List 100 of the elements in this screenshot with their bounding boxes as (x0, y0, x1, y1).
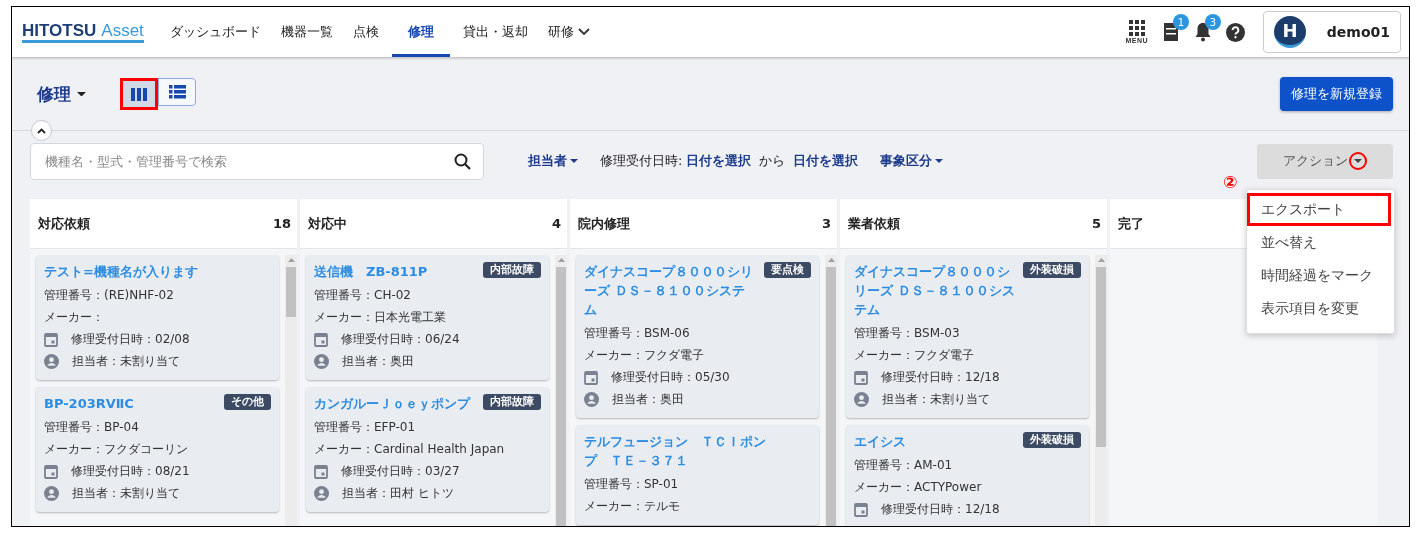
repair-card[interactable]: テルフュージョン ＴＣＩポンプ ＴＥ－３７１ 管理番号：SP-01 メーカー：テルモ (576, 425, 819, 525)
help-icon (1226, 22, 1245, 42)
column-title: 業者依頼 (848, 214, 900, 233)
category-tag: 外装破損 (1023, 432, 1081, 448)
assignee-filter[interactable]: 担当者 (528, 152, 578, 170)
scrollbar-thumb[interactable] (1096, 267, 1106, 447)
card-date-text: 修理受付日時：02/08 (71, 331, 190, 348)
card-assignee-text: 担当者：奥田 (612, 391, 684, 408)
count-badge: 1 (1173, 14, 1189, 30)
repair-card[interactable]: ダイナスコープ８０００シリーズ ＤＳ－８１００システム 外装破損 管理番号：BSM-03 メーカー：フクダ電子 修理受付日時：12/18 担当者：未割り当て (846, 255, 1089, 418)
category-tag: 外装破損 (1023, 262, 1081, 278)
user-icon (44, 353, 59, 369)
caret-icon (935, 159, 944, 163)
date-filter-label: 修理受付日時: (600, 152, 683, 170)
scrollbar[interactable] (555, 255, 567, 526)
scrollbar-thumb[interactable] (286, 267, 296, 317)
list-view-button[interactable] (158, 78, 196, 106)
scrollbar[interactable] (1095, 255, 1107, 526)
user-icon (854, 391, 869, 407)
calendar-icon (44, 331, 58, 347)
calendar-icon (854, 369, 868, 385)
user-icon (314, 353, 329, 369)
card-date-text: 修理受付日時：12/18 (881, 501, 1000, 518)
user-icon (314, 485, 329, 501)
menu-item[interactable]: 時間経過をマーク (1247, 259, 1394, 292)
nav-tab[interactable]: 点検 (345, 7, 386, 57)
category-tag: 要点検 (764, 262, 811, 278)
scroll-up-icon (287, 258, 295, 262)
card-date-text: 修理受付日時：06/24 (341, 331, 460, 348)
document-button[interactable] (1162, 22, 1180, 42)
scrollbar-thumb[interactable] (556, 267, 566, 526)
card-maker-text: メーカー：ACTYPower (854, 479, 983, 496)
card-maker-text: メーカー：テルモ (584, 498, 681, 515)
page-title-dropdown[interactable]: 修理 (37, 82, 86, 106)
scrollbar-thumb[interactable] (826, 267, 836, 526)
card-maker-text: メーカー：Cardinal Health Japan (314, 441, 506, 458)
document-icon (1162, 22, 1180, 42)
list-icon (168, 85, 186, 99)
calendar-icon (314, 331, 328, 347)
card-id-text: 管理番号：BSM-06 (584, 325, 691, 342)
user-icon (584, 391, 599, 407)
action-button[interactable]: アクション (1257, 143, 1393, 179)
nav-tab[interactable]: 修理 (391, 7, 450, 57)
category-tag: 内部故障 (483, 262, 541, 278)
card-id-text: 管理番号：BP-04 (44, 419, 140, 436)
column-title: 対応依頼 (38, 214, 90, 233)
notification-button[interactable] (1194, 22, 1212, 42)
count-badge: 3 (1205, 14, 1221, 30)
repair-card[interactable]: 送信機 ZB-811P 内部故障 管理番号：CH-02 メーカー：日本光電工業 修理受付日時：06/24 担当者：奥田 (306, 255, 549, 380)
new-repair-button[interactable]: 修理を新規登録 (1280, 77, 1393, 111)
card-date-text: 修理受付日時：12/18 (881, 369, 1000, 386)
nav-tab[interactable]: 貸出・返却 (455, 7, 535, 57)
search-icon (454, 152, 471, 170)
card-maker-text: メーカー：日本光電工業 (314, 309, 447, 326)
category-tag: その他 (224, 394, 271, 410)
repair-card[interactable]: カンガルーＪｏｅｙポンプ 内部故障 管理番号：EFP-01 メーカー：Cardinal Health Japan 修理受付日時：03/27 担当者：田村 ヒトツ (306, 387, 549, 512)
calendar-icon (314, 463, 328, 479)
menu-item[interactable]: 表示項目を変更 (1247, 292, 1394, 325)
card-date-text: 修理受付日時：03/27 (341, 463, 460, 480)
date-to-picker[interactable]: 日付を選択 (793, 152, 859, 170)
caret-icon (570, 159, 578, 163)
grid-icon (1128, 20, 1145, 36)
nav-tab[interactable]: 機器一覧 (273, 7, 340, 57)
calendar-icon (584, 369, 598, 385)
repair-card[interactable]: エイシス 外装破損 管理番号：AM-01 メーカー：ACTYPower 修理受付日時：12/18 (846, 425, 1089, 526)
card-assignee-text: 担当者：未割り当て (72, 485, 180, 502)
search-field[interactable]: 機種名・型式・管理番号で検索 (43, 152, 454, 170)
menu-item[interactable]: 並べ替え (1247, 226, 1394, 259)
scrollbar[interactable] (285, 255, 297, 526)
logo[interactable]: HITOTSU Asset (22, 21, 144, 43)
chevron-down-icon (577, 28, 590, 36)
columns-icon (131, 87, 147, 101)
user-menu-button[interactable]: H demo01 (1263, 11, 1401, 53)
scroll-up-icon (1097, 258, 1105, 262)
scrollbar[interactable] (825, 255, 837, 526)
repair-card[interactable]: BP-203RVⅡC その他 管理番号：BP-04 メーカー：フクダコーリン 修理受付日時：08/21 担当者：未割り当て (36, 387, 279, 512)
nav-tab[interactable]: 研修 (540, 7, 597, 57)
help-button[interactable] (1226, 22, 1245, 42)
card-id-text: 管理番号：CH-02 (314, 287, 412, 304)
card-id-text: 管理番号：(RE)NHF-02 (44, 287, 175, 304)
card-id-text: 管理番号：SP-01 (584, 476, 680, 493)
card-maker-text: メーカー：フクダ電子 (584, 347, 705, 364)
search-box[interactable]: 機種名・型式・管理番号で検索 (30, 142, 484, 180)
category-tag: 内部故障 (483, 394, 541, 410)
card-assignee-text: 担当者：未割り当て (72, 353, 180, 370)
category-filter[interactable]: 事象区分 (880, 152, 944, 170)
card-date-text: 修理受付日時：08/21 (71, 463, 190, 480)
nav-tab[interactable]: ダッシュボード (162, 7, 268, 57)
card-id-text: 管理番号：AM-01 (854, 457, 954, 474)
bell-icon (1194, 22, 1212, 42)
card-id-text: 管理番号：BSM-03 (854, 325, 961, 342)
repair-card[interactable]: テスト=機種名が入ります 管理番号：(RE)NHF-02 メーカー： 修理受付日時：02/08 担当者：未割り当て (36, 255, 279, 380)
collapse-button[interactable] (31, 120, 52, 141)
card-maker-text: メーカー：フクダ電子 (854, 347, 975, 364)
board-view-button[interactable] (120, 78, 158, 110)
menu-item[interactable]: エクスポート (1247, 193, 1391, 226)
date-from-picker[interactable]: 日付を選択 (686, 152, 752, 170)
calendar-icon (44, 463, 58, 479)
repair-card[interactable]: ダイナスコープ８０００シリーズ ＤＳ－８１００システム 要点検 管理番号：BSM-06 メーカー：フクダ電子 修理受付日時：05/30 担当者：奥田 (576, 255, 819, 418)
avatar: H (1274, 16, 1306, 48)
